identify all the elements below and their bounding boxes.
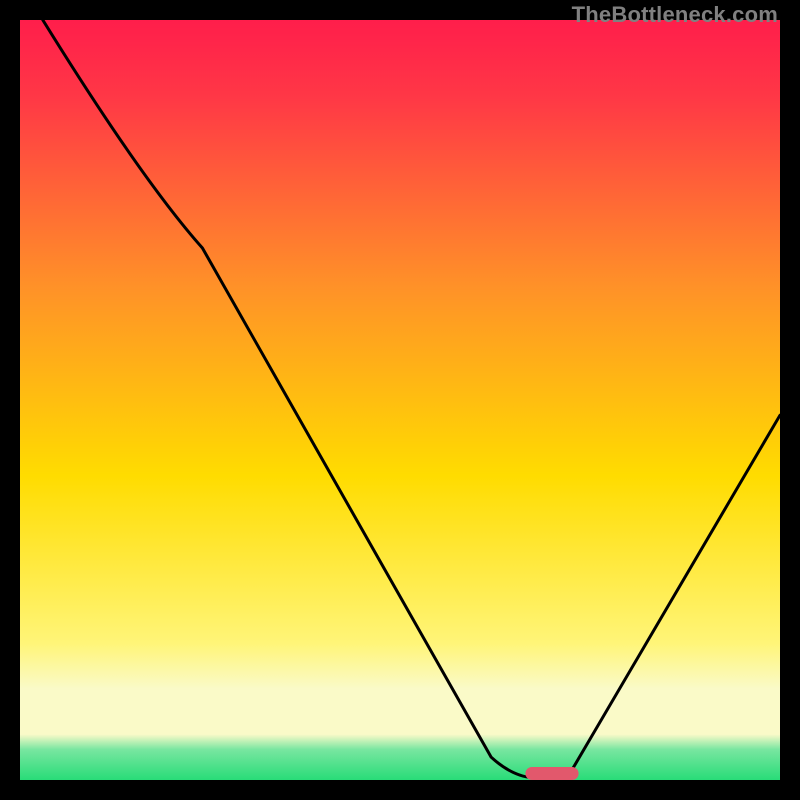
chart-background (20, 20, 780, 780)
watermark-text: TheBottleneck.com (572, 2, 778, 28)
bottleneck-chart (20, 20, 780, 780)
chart-frame (20, 20, 780, 780)
optimal-marker (525, 767, 578, 780)
